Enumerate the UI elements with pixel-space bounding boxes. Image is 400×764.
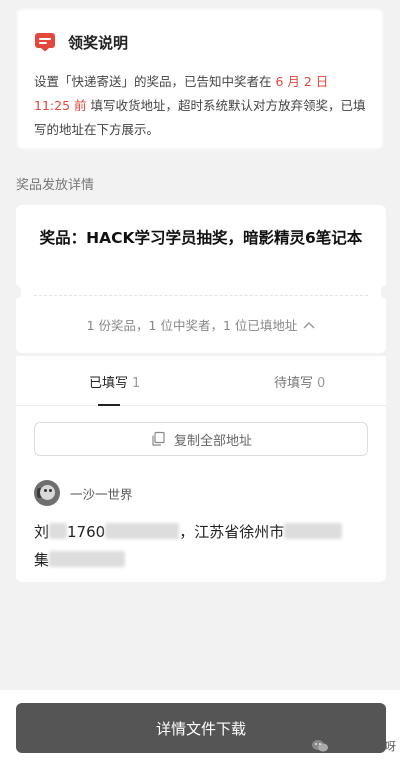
section-label: 奖品发放详情 [16, 178, 95, 193]
avatar [34, 480, 60, 506]
address-part-3: ，江苏省徐州市 [179, 523, 285, 541]
claim-instructions-header: 领奖说明 [34, 30, 366, 54]
ticket-notch-right [381, 285, 391, 299]
tab-filled[interactable]: 已填写 1 [89, 372, 140, 391]
tab-pending[interactable]: 待填写 0 [274, 372, 325, 391]
redacted-block [49, 523, 68, 539]
winner-name: 一沙一世界 [70, 486, 133, 502]
prize-title: 奖品：HACK学习学员抽奖，暗影精灵6笔记本 [39, 229, 363, 247]
message-box-icon [35, 33, 55, 52]
copy-all-addresses-label: 复制全部地址 [173, 433, 252, 449]
redacted-block [284, 523, 343, 539]
address-part-2: 1760 [67, 523, 106, 541]
winners-list-card: 已填写 1 待填写 0 复制全部地址 一沙一世界 刘 1760 ，江苏省徐州市集 [16, 356, 386, 582]
claim-instructions-card: 领奖说明 设置「快递寄送」的奖品，已告知中奖者在 6 月 2 日 11:25 前 … [16, 8, 384, 150]
ticket-notch-left [11, 285, 21, 299]
fill-status-tabs: 已填写 1 待填写 0 [16, 356, 386, 406]
watermark: HACK学习呀 [311, 738, 397, 754]
prize-stats-toggle[interactable]: 1 份奖品，1 位中奖者，1 位已填地址 [16, 315, 386, 334]
claim-instructions-text: 设置「快递寄送」的奖品，已告知中奖者在 6 月 2 日 11:25 前 填写收货地… [34, 70, 366, 142]
watermark-text: HACK学习呀 [332, 740, 397, 753]
instructions-text-part-1: 设置「快递寄送」的奖品，已告知中奖者在 [34, 74, 276, 89]
claim-instructions-title: 领奖说明 [68, 33, 129, 52]
winner-row: 一沙一世界 [34, 480, 133, 506]
prize-card: 奖品：HACK学习学员抽奖，暗影精灵6笔记本 1 份奖品，1 位中奖者，1 位已… [16, 205, 386, 353]
active-tab-indicator [98, 404, 120, 406]
redacted-block [49, 551, 126, 567]
tab-pending-label: 待填写 [274, 376, 314, 391]
download-details-label: 详情文件下载 [155, 719, 246, 738]
copy-icon [152, 431, 165, 446]
deadline-time: 11:25 前 [34, 98, 87, 113]
address-part-4: 集 [34, 551, 50, 569]
deadline-date: 6 月 2 日 [275, 74, 329, 89]
chevron-up-icon [303, 321, 315, 328]
tab-filled-label: 已填写 [89, 376, 129, 391]
tab-filled-count: 1 [132, 376, 141, 391]
dashed-divider [34, 295, 368, 296]
redacted-block [105, 523, 180, 539]
address-part-1: 刘 [34, 523, 50, 541]
tab-pending-count: 0 [317, 376, 326, 391]
prize-stats-text: 1 份奖品，1 位中奖者，1 位已填地址 [86, 318, 298, 333]
winner-address[interactable]: 刘 1760 ，江苏省徐州市集 [34, 518, 364, 574]
wechat-icon [311, 740, 328, 752]
copy-all-addresses-button[interactable]: 复制全部地址 [34, 422, 368, 456]
